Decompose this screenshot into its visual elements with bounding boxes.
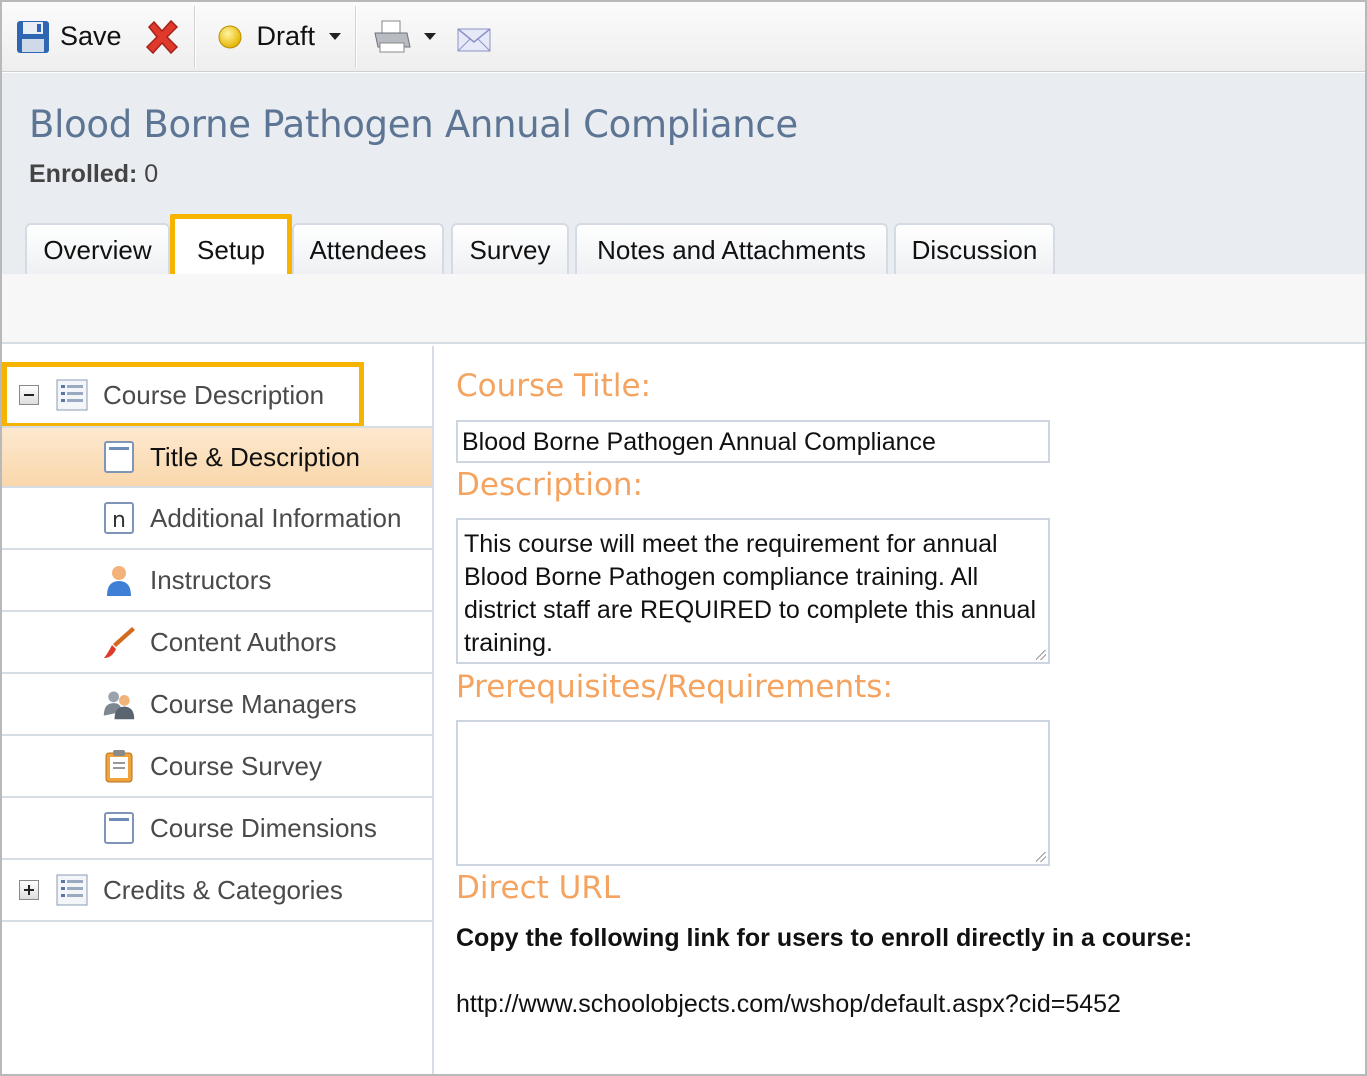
course-title-input[interactable]: Blood Borne Pathogen Annual Compliance bbox=[456, 420, 1050, 463]
sidebar-item-label: Additional Information bbox=[150, 502, 402, 533]
course-header: Blood Borne Pathogen Annual Compliance E… bbox=[2, 73, 1365, 286]
envelope-icon bbox=[457, 27, 491, 51]
tab-survey[interactable]: Survey bbox=[451, 223, 569, 275]
save-button[interactable]: Save bbox=[16, 20, 122, 54]
sidebar-item-content-authors[interactable]: Content Authors bbox=[2, 612, 432, 674]
tab-overview[interactable]: Overview bbox=[25, 223, 170, 275]
sidebar-item-instructors[interactable]: Instructors bbox=[2, 550, 432, 612]
sidebar-item-credits-categories[interactable]: Credits & Categories bbox=[2, 860, 432, 922]
floppy-disk-icon bbox=[17, 20, 49, 53]
toolbar: Save Draft bbox=[2, 2, 1365, 72]
svg-text:n: n bbox=[112, 508, 126, 533]
status-circle-icon bbox=[218, 25, 242, 48]
clipboard-icon bbox=[105, 750, 133, 783]
direct-url-link[interactable]: http://www.schoolobjects.com/wshop/defau… bbox=[456, 990, 1121, 1019]
email-button[interactable] bbox=[456, 21, 492, 53]
sidebar-item-course-dimensions[interactable]: Course Dimensions bbox=[2, 798, 432, 860]
sidebar-item-label: Title & Description bbox=[150, 441, 360, 472]
course-title-value: Blood Borne Pathogen Annual Compliance bbox=[462, 428, 936, 456]
direct-url-instructions: Copy the following link for users to enr… bbox=[456, 924, 1193, 952]
tab-notes-and-attachments[interactable]: Notes and Attachments bbox=[575, 223, 888, 275]
sidebar-item-course-managers[interactable]: Course Managers bbox=[2, 674, 432, 736]
sidebar-item-title-description[interactable]: Title & Description bbox=[2, 426, 432, 488]
printer-icon bbox=[374, 20, 411, 52]
highlight-frame bbox=[2, 362, 364, 428]
tab-content-toolbar bbox=[2, 274, 1365, 344]
sidebar-item-label: Instructors bbox=[150, 564, 272, 595]
paintbrush-icon bbox=[104, 627, 135, 658]
resize-handle[interactable] bbox=[1036, 852, 1046, 862]
sidebar-item-course-survey[interactable]: Course Survey bbox=[2, 736, 432, 798]
document-icon bbox=[104, 441, 134, 473]
prerequisites-label: Prerequisites/Requirements: bbox=[456, 669, 893, 705]
description-label: Description: bbox=[456, 467, 643, 503]
sidebar-item-label: Credits & Categories bbox=[103, 874, 343, 905]
prerequisites-textarea[interactable] bbox=[456, 720, 1050, 866]
description-value: This course will meet the requirement fo… bbox=[464, 530, 1036, 657]
resize-handle[interactable] bbox=[1036, 650, 1046, 660]
setup-sidebar: Course Description Title & Description n… bbox=[2, 346, 434, 1074]
sidebar-item-label: Course Survey bbox=[150, 750, 322, 781]
enrolled-label: Enrolled: bbox=[29, 160, 138, 188]
person-icon bbox=[107, 566, 131, 596]
red-x-icon bbox=[145, 19, 178, 54]
chevron-down-icon bbox=[329, 33, 342, 40]
status-label: Draft bbox=[256, 21, 316, 51]
sidebar-item-label: Course Managers bbox=[150, 688, 357, 719]
course-title-label: Course Title: bbox=[456, 368, 651, 404]
enrolled-value: 0 bbox=[144, 160, 159, 188]
save-label: Save bbox=[60, 21, 122, 51]
title-description-form: Course Title: Blood Borne Pathogen Annua… bbox=[436, 346, 1365, 1074]
sidebar-item-label: Course Dimensions bbox=[150, 812, 377, 843]
expand-icon[interactable] bbox=[19, 880, 39, 900]
tab-discussion[interactable]: Discussion bbox=[894, 223, 1055, 275]
tab-attendees[interactable]: Attendees bbox=[292, 223, 444, 275]
status-dropdown[interactable]: Draft bbox=[217, 21, 342, 52]
app-window: Save Draft Blood Borne Pathogen Annual C… bbox=[0, 0, 1367, 1076]
chevron-down-icon bbox=[424, 33, 437, 40]
description-textarea[interactable]: This course will meet the requirement fo… bbox=[456, 518, 1050, 664]
print-dropdown[interactable] bbox=[372, 19, 437, 55]
enrolled-count: Enrolled: 0 bbox=[29, 160, 158, 189]
page-title: Blood Borne Pathogen Annual Compliance bbox=[29, 103, 798, 146]
delete-button[interactable] bbox=[144, 19, 180, 55]
list-icon bbox=[56, 874, 88, 906]
sidebar-item-label: Content Authors bbox=[150, 626, 337, 657]
info-icon: n bbox=[104, 502, 134, 534]
tab-bar: Overview Attendees Survey Notes and Atta… bbox=[2, 214, 1365, 286]
document-icon bbox=[104, 812, 134, 844]
direct-url-label: Direct URL bbox=[456, 870, 621, 906]
sidebar-item-additional-information[interactable]: n Additional Information bbox=[2, 488, 432, 550]
managers-icon bbox=[103, 691, 135, 720]
